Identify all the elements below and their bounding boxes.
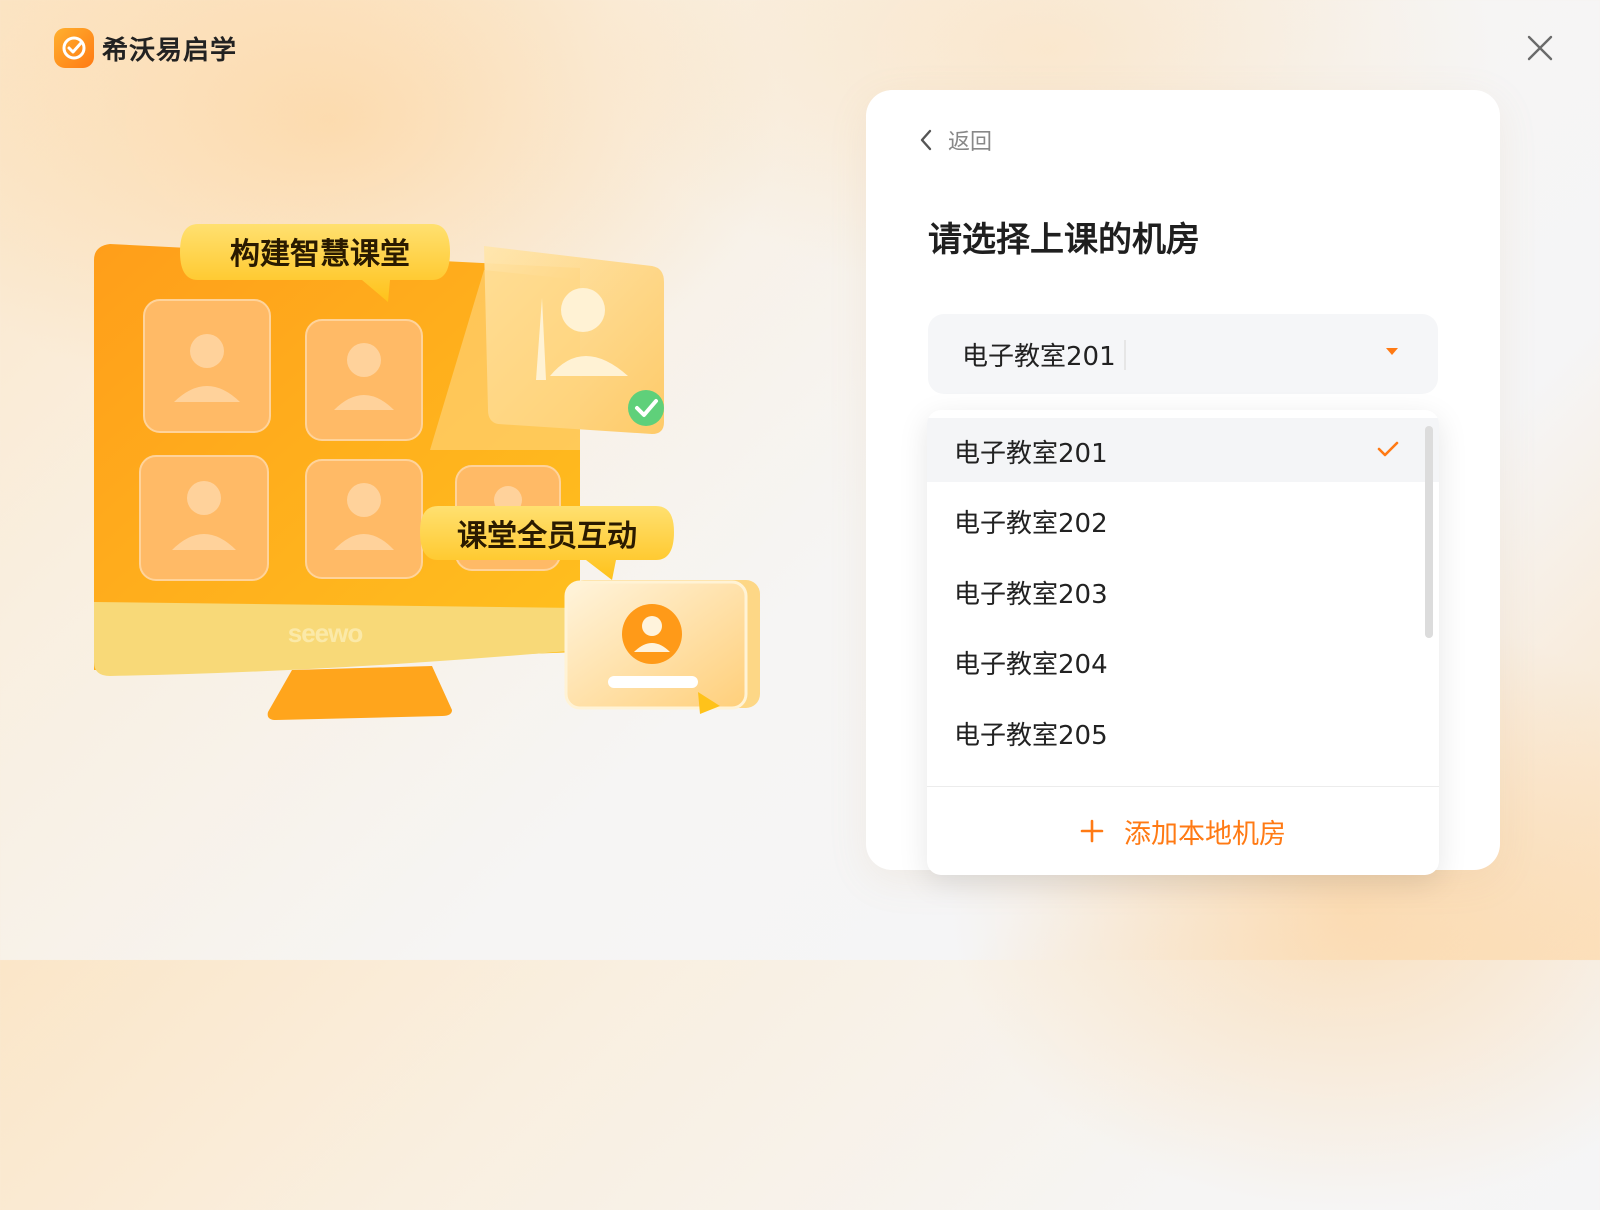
back-label: 返回 xyxy=(948,130,993,155)
app-name: 希沃易启学 xyxy=(102,35,238,66)
room-option-label: 电子教室201 xyxy=(954,439,1108,469)
room-select[interactable]: 电子教室201 xyxy=(928,314,1438,394)
plus-icon xyxy=(1080,819,1104,843)
hero-illustration: seewo 构建智慧课堂 课堂全员互动 xyxy=(80,210,780,750)
dropdown-scrollbar[interactable] xyxy=(1425,426,1433,638)
room-option[interactable]: 电子教室202 xyxy=(927,488,1439,552)
text-caret xyxy=(1124,340,1126,370)
page-title: 请选择上课的机房 xyxy=(928,220,1200,260)
room-option-label: 电子教室205 xyxy=(954,721,1108,751)
seewo-brand-mark: seewo xyxy=(288,618,363,648)
room-option-label: 电子教室204 xyxy=(954,650,1108,680)
app-brand: 希沃易启学 xyxy=(54,28,237,68)
bubble-bottom-text: 课堂全员互动 xyxy=(457,519,637,554)
check-icon xyxy=(1377,440,1399,462)
bubble-top-text: 构建智慧课堂 xyxy=(230,237,410,272)
room-select-value: 电子教室201 xyxy=(962,342,1116,372)
room-dropdown-list: 电子教室201 电子教室202 电子教室203 电子教室204 电子教室205 … xyxy=(927,410,1439,875)
close-button[interactable] xyxy=(1520,28,1560,68)
room-option[interactable]: 电子教室203 xyxy=(927,559,1439,623)
app-logo-icon xyxy=(54,28,94,68)
room-option[interactable]: 电子教室204 xyxy=(927,629,1439,693)
room-option[interactable]: 电子教室201 xyxy=(927,418,1439,482)
back-button[interactable]: 返回 xyxy=(918,120,992,160)
room-option[interactable]: 电子教室205 xyxy=(927,700,1439,764)
close-icon xyxy=(1527,35,1553,61)
room-option-label: 电子教室203 xyxy=(954,580,1108,610)
room-option-label: 电子教室202 xyxy=(954,509,1108,539)
chevron-left-icon xyxy=(920,129,932,151)
add-local-room-button[interactable]: 添加本地机房 xyxy=(927,787,1439,875)
caret-down-icon xyxy=(1386,348,1398,355)
add-local-room-label: 添加本地机房 xyxy=(1124,818,1286,850)
